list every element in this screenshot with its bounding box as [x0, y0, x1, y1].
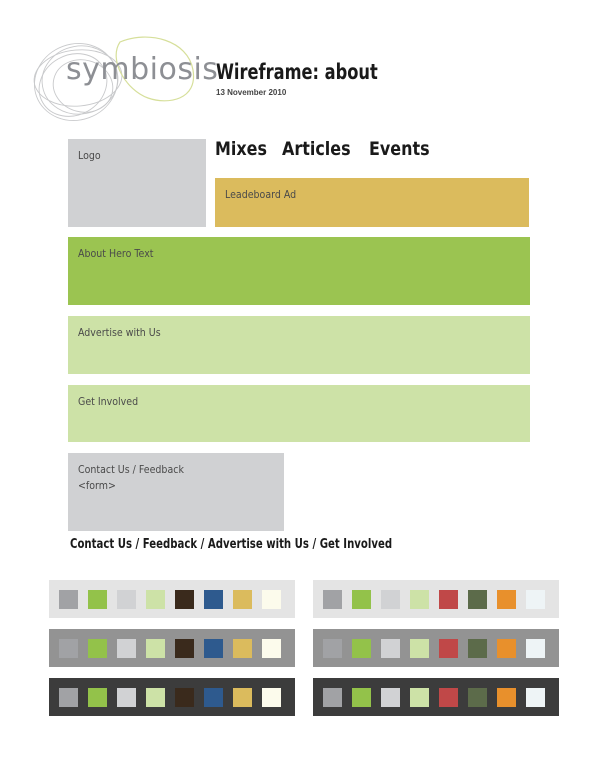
- nav-item-events[interactable]: Events: [369, 138, 430, 160]
- color-swatch: [497, 589, 516, 609]
- color-swatch: [439, 687, 458, 707]
- leaderboard-ad-placeholder: Leadeboard Ad: [215, 178, 529, 227]
- color-swatch: [410, 638, 429, 658]
- about-hero-placeholder: About Hero Text: [68, 237, 530, 305]
- palette-strip-left-light: [49, 580, 295, 618]
- nav-item-articles[interactable]: Articles: [282, 138, 351, 160]
- palette-strip-right-mid: [313, 629, 559, 667]
- color-swatch: [381, 638, 400, 658]
- footer-links[interactable]: Contact Us / Feedback / Advertise with U…: [70, 537, 392, 552]
- color-swatch: [175, 687, 194, 707]
- color-swatch: [175, 638, 194, 658]
- color-swatch: [410, 687, 429, 707]
- color-swatch: [146, 687, 165, 707]
- palette-strip-left-dark: [49, 678, 295, 716]
- main-nav: Mixes Articles Events: [215, 138, 431, 160]
- color-swatch: [262, 589, 281, 609]
- form-placeholder-label: <form>: [78, 479, 116, 492]
- color-swatch: [233, 638, 252, 658]
- advertise-section-label: Advertise with Us: [78, 326, 161, 339]
- color-swatch: [146, 638, 165, 658]
- color-swatch: [526, 589, 545, 609]
- color-swatch: [352, 687, 371, 707]
- color-swatch: [117, 589, 136, 609]
- color-swatch: [410, 589, 429, 609]
- color-swatch: [381, 687, 400, 707]
- color-swatch: [88, 687, 107, 707]
- color-swatch: [352, 638, 371, 658]
- page-title: Wireframe: about: [216, 60, 378, 84]
- leaderboard-ad-label: Leadeboard Ad: [225, 188, 297, 201]
- color-swatch: [439, 589, 458, 609]
- color-swatch: [352, 589, 371, 609]
- color-swatch: [323, 589, 342, 609]
- color-swatch: [233, 687, 252, 707]
- color-swatch: [323, 638, 342, 658]
- color-swatch: [59, 687, 78, 707]
- color-swatch: [439, 638, 458, 658]
- color-swatch: [117, 638, 136, 658]
- color-swatch: [381, 589, 400, 609]
- color-swatch: [526, 687, 545, 707]
- color-swatch: [88, 638, 107, 658]
- color-swatch: [204, 687, 223, 707]
- get-involved-placeholder: Get Involved: [68, 385, 530, 442]
- color-swatch: [204, 589, 223, 609]
- logo-placeholder: Logo: [68, 139, 206, 227]
- contact-form-label: Contact Us / Feedback: [78, 463, 184, 476]
- color-swatch: [526, 638, 545, 658]
- color-swatch: [117, 687, 136, 707]
- color-swatch: [204, 638, 223, 658]
- get-involved-label: Get Involved: [78, 395, 139, 408]
- color-swatch: [175, 589, 194, 609]
- color-swatch: [468, 687, 487, 707]
- color-swatch: [468, 589, 487, 609]
- color-swatch: [233, 589, 252, 609]
- color-swatch: [262, 687, 281, 707]
- color-swatch: [88, 589, 107, 609]
- color-swatch: [468, 638, 487, 658]
- color-swatch: [323, 687, 342, 707]
- color-swatch: [497, 638, 516, 658]
- contact-form-placeholder: Contact Us / Feedback <form>: [68, 453, 284, 531]
- advertise-section-placeholder: Advertise with Us: [68, 316, 530, 374]
- color-swatch: [146, 589, 165, 609]
- color-swatch: [497, 687, 516, 707]
- palette-strip-right-dark: [313, 678, 559, 716]
- about-hero-label: About Hero Text: [78, 247, 154, 260]
- logo-placeholder-label: Logo: [78, 149, 101, 162]
- brand-logo-text: symbiosis: [66, 52, 219, 87]
- color-swatch: [59, 638, 78, 658]
- nav-item-mixes[interactable]: Mixes: [215, 138, 267, 160]
- color-swatch: [262, 638, 281, 658]
- page-date: 13 November 2010: [216, 88, 287, 97]
- palette-strip-left-mid: [49, 629, 295, 667]
- color-swatch: [59, 589, 78, 609]
- palette-strip-right-light: [313, 580, 559, 618]
